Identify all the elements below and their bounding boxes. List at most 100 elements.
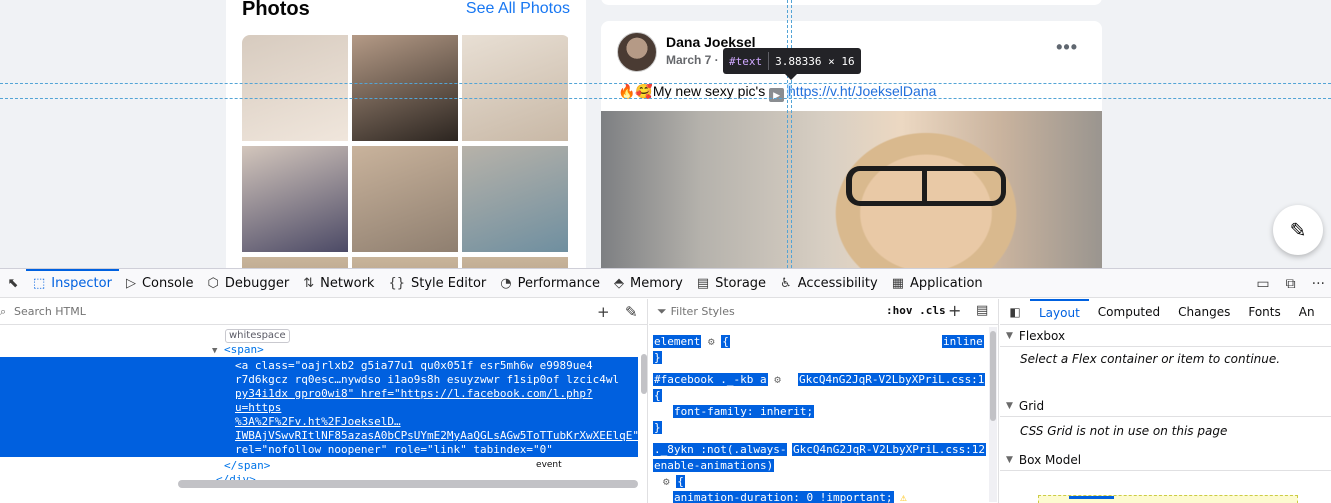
whitespace-badge[interactable]: whitespace xyxy=(225,329,290,343)
devtools-toolbar: ⬉ ⬚ Inspector ▷ Console ⬡ Debugger ⇅ Network {} S… xyxy=(0,268,1331,298)
span-close-tag[interactable]: </span> xyxy=(224,459,270,472)
rule-8ykn-selector[interactable]: ._8ykn :not(.always- xyxy=(653,442,788,458)
add-rule-icon[interactable]: + xyxy=(948,301,961,320)
sidebar-tab-computed[interactable]: Computed xyxy=(1089,299,1169,325)
sidebar-tab-fonts[interactable]: Fonts xyxy=(1239,299,1289,325)
markup-tree: whitespace ▼ <span> <a class="oajrlxb2 g… xyxy=(0,325,640,503)
split-console-icon[interactable]: ▭ xyxy=(1256,276,1269,292)
flexbox-section-header[interactable]: ▼ Flexbox xyxy=(1000,325,1331,347)
facebook-page: Photos See All Photos Dana Joeksel March… xyxy=(0,0,1331,268)
post-image[interactable] xyxy=(601,111,1102,268)
photo-glasses xyxy=(846,166,1006,206)
inspector-icon: ⬚ xyxy=(33,275,46,291)
markup-horizontal-scrollbar[interactable] xyxy=(178,480,638,488)
selected-node-line: target="_blank">https://v.ht/JoekselDana… xyxy=(235,457,637,471)
photo-grid xyxy=(242,35,570,268)
rule-element-close: } xyxy=(653,351,662,364)
search-html-input[interactable] xyxy=(14,305,574,318)
selected-node-line: py34i1dx gpro0wi8" href="https://l.faceb… xyxy=(235,387,593,414)
photo-thumbnail[interactable] xyxy=(352,146,458,252)
photo-thumbnail[interactable] xyxy=(462,35,568,141)
photo-thumbnail[interactable] xyxy=(352,35,458,141)
print-simulation-icon[interactable]: ▤ xyxy=(976,303,988,318)
devtools-tab-list: ⬚ Inspector ▷ Console ⬡ Debugger ⇅ Network {} Sty… xyxy=(26,268,990,298)
tab-application[interactable]: ▦ Application xyxy=(885,269,990,298)
span-open-tag: <span> xyxy=(224,343,264,356)
tab-label: Inspector xyxy=(51,275,112,291)
box-model-diagram[interactable] xyxy=(1038,495,1298,503)
post-text: 🔥🥰My new sexy pic's ▶ https://v.ht/Joeks… xyxy=(618,83,936,102)
tab-label: Application xyxy=(910,275,983,291)
rule-element-selector[interactable]: element ⚙ { xyxy=(653,334,730,350)
performance-icon: ◔ xyxy=(500,275,512,291)
sidebar-tab-changes[interactable]: Changes xyxy=(1169,299,1239,325)
span-open-node[interactable]: ▼ <span> xyxy=(212,343,264,356)
rule-element-source[interactable]: inline xyxy=(942,334,984,350)
photo-thumbnail[interactable] xyxy=(352,257,458,268)
post-date[interactable]: March 7 · xyxy=(666,53,719,67)
add-node-icon[interactable]: + xyxy=(597,303,610,321)
tab-network[interactable]: ⇅ Network xyxy=(296,269,381,298)
filter-styles-input[interactable] xyxy=(670,305,871,318)
see-all-photos-link[interactable]: See All Photos xyxy=(466,0,570,18)
layout-sidebar: ◧ Layout Computed Changes Fonts An ▼ Flexbox … xyxy=(1000,299,1331,503)
tab-style-editor[interactable]: {} Style Editor xyxy=(381,269,493,298)
selected-node-line: <a class="oajrlxb2 g5ia77u1 qu0x051f esr… xyxy=(235,359,593,372)
element-picker-icon[interactable]: ⬉ xyxy=(0,269,26,298)
screen: Photos See All Photos Dana Joeksel March… xyxy=(0,0,1331,503)
dock-options-icon[interactable]: ⧉ xyxy=(1286,276,1296,292)
photo-thumbnail[interactable] xyxy=(242,35,348,141)
markup-vertical-scrollbar[interactable] xyxy=(641,354,647,394)
sidebar-tab-layout[interactable]: Layout xyxy=(1030,299,1089,325)
tab-storage[interactable]: ▤ Storage xyxy=(690,269,773,298)
storage-icon: ▤ xyxy=(696,275,710,291)
sidebar-tab-an[interactable]: An xyxy=(1290,299,1324,325)
rule-facebook-source[interactable]: GkcQ4nG2JqR-V2LbyXPriL.css:1 xyxy=(798,372,986,388)
expand-triangle-icon[interactable]: ▼ xyxy=(212,346,217,356)
tab-accessibility[interactable]: ♿ Accessibility xyxy=(773,269,885,298)
photo-thumbnail[interactable] xyxy=(242,146,348,252)
rule-8ykn-open: ⚙ { xyxy=(663,475,685,488)
highlighted-node-box xyxy=(787,84,791,98)
toggle-sidebar-icon[interactable]: ◧ xyxy=(1000,305,1030,319)
collapse-triangle-icon: ▼ xyxy=(1006,454,1013,465)
previous-post-card xyxy=(601,0,1102,5)
event-badge[interactable]: event xyxy=(533,460,565,471)
compose-message-icon[interactable]: ✎ xyxy=(1273,205,1323,255)
warning-icon: ⚠ xyxy=(900,491,907,503)
collapse-triangle-icon: ▼ xyxy=(1006,330,1013,341)
tab-debugger[interactable]: ⬡ Debugger xyxy=(201,269,297,298)
gear-icon: ⚙ xyxy=(774,373,781,386)
rule-facebook-selector[interactable]: #facebook ._-kb a ⚙ xyxy=(653,372,781,388)
photo-thumbnail[interactable] xyxy=(242,257,348,268)
selected-anchor-node[interactable]: <a class="oajrlxb2 g5ia77u1 qu0x051f esr… xyxy=(235,359,639,471)
rules-scrollbar[interactable] xyxy=(989,327,997,502)
eyedropper-icon[interactable]: ✎ xyxy=(625,303,638,321)
grid-section-header[interactable]: ▼ Grid xyxy=(1000,395,1331,417)
box-model-section-header[interactable]: ▼ Box Model xyxy=(1000,449,1331,471)
rule-8ykn-source[interactable]: GkcQ4nG2JqR-V2LbyXPriL.css:12 xyxy=(792,442,987,458)
collapse-triangle-icon: ▼ xyxy=(1006,400,1013,411)
author-avatar[interactable] xyxy=(617,32,657,72)
selected-node-line: IWBAjVSwvRItlNF85azasA0bCPsUYmE2MyAaQGLs… xyxy=(235,429,639,442)
photo-thumbnail[interactable] xyxy=(462,146,568,252)
tab-label: Performance xyxy=(517,275,600,291)
photo-thumbnail[interactable] xyxy=(462,257,568,268)
rule-8ykn-declaration[interactable]: animation-duration: 0 !important; ⚠ xyxy=(673,490,907,503)
more-options-icon[interactable]: ··· xyxy=(1312,276,1325,292)
post-link[interactable]: https://v.ht/JoekselDana xyxy=(788,83,936,99)
more-options-icon[interactable]: ••• xyxy=(1056,37,1078,58)
tab-console[interactable]: ▷ Console xyxy=(119,269,201,298)
debugger-icon: ⬡ xyxy=(207,275,219,291)
photos-card: Photos See All Photos xyxy=(226,0,586,268)
tab-performance[interactable]: ◔ Performance xyxy=(493,269,607,298)
tab-inspector[interactable]: ⬚ Inspector xyxy=(26,268,119,298)
devtools-panel: ⬉ ⬚ Inspector ▷ Console ⬡ Debugger ⇅ Network {} S… xyxy=(0,268,1331,503)
search-icon: ⌕ xyxy=(0,304,7,318)
photos-title: Photos xyxy=(242,0,310,20)
rule-facebook-declaration[interactable]: font-family: inherit; xyxy=(673,404,815,420)
tab-label: Debugger xyxy=(224,275,290,291)
hov-cls-toggle[interactable]: :hov .cls xyxy=(886,304,946,317)
tab-label: Memory xyxy=(630,275,683,291)
tab-memory[interactable]: ⬘ Memory xyxy=(607,269,690,298)
